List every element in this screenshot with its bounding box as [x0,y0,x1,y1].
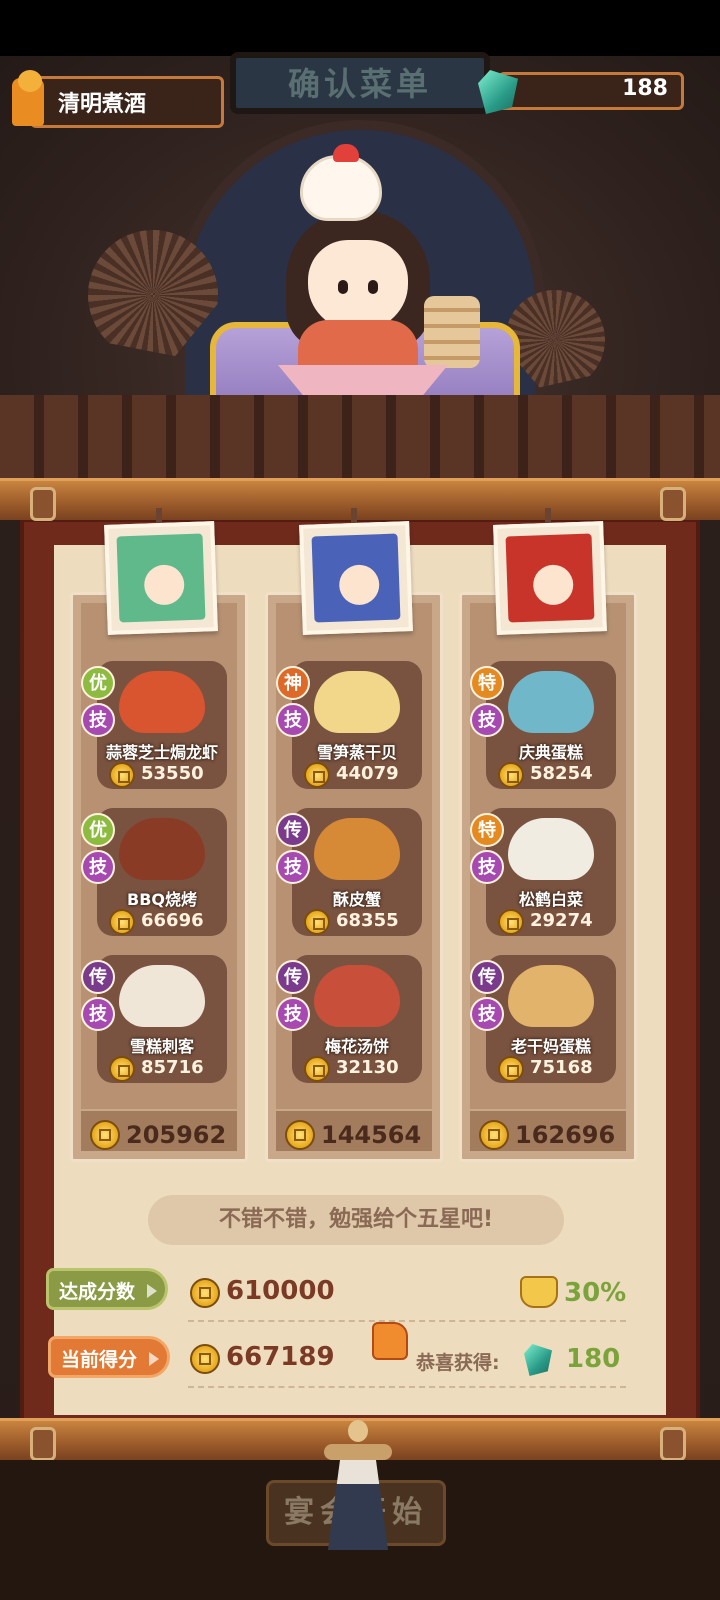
reward-value: 180 [566,1344,621,1374]
divider [188,1320,626,1322]
rarity-badge: 特 [470,813,504,847]
dish-card[interactable]: 庆典蛋糕 58254 [486,661,616,789]
coin-icon [498,762,524,788]
rarity-badge: 传 [276,960,310,994]
coin-icon [498,1056,524,1082]
rarity-badge: 优 [81,666,115,700]
current-score-tag: 当前得分 [48,1336,170,1378]
coin-icon [304,1056,330,1082]
dish-price: 32130 [336,1057,399,1078]
chef-portrait[interactable] [104,521,218,635]
wooden-fence [0,395,720,480]
coin-icon [90,1120,120,1150]
menu-confirm-sign: 确认菜单 [230,52,490,114]
rarity-badge: 优 [81,813,115,847]
dish-image [314,818,400,880]
scroll-rod-top [0,478,720,521]
coin-icon [304,762,330,788]
dish-image [119,965,205,1027]
dish-price: 85716 [141,1057,204,1078]
stacked-bowls [424,296,480,368]
dish-card[interactable]: 梅花汤饼 32130 [292,955,422,1083]
dish-name: 梅花汤饼 [324,1037,389,1056]
bonus-percent: 30% [564,1278,627,1308]
dish-name: BBQ烧烤 [127,890,197,909]
dish-name: 雪糕刺客 [129,1037,194,1056]
money-pot-icon [520,1276,558,1308]
coin-icon [190,1278,220,1308]
dish-price: 53550 [141,763,204,784]
dish-name: 蒜蓉芝士焗龙虾 [105,743,218,762]
dish-card[interactable]: 松鹤白菜 29274 [486,808,616,936]
trophy-icon [4,70,52,130]
rarity-badge: 传 [470,960,504,994]
dish-price: 58254 [530,763,593,784]
dish-card[interactable]: 雪笋蒸干贝 44079 [292,661,422,789]
gem-count: 188 [622,76,668,101]
coin-icon [109,909,135,935]
column-total: 144564 [321,1121,422,1149]
chef-portrait[interactable] [299,521,413,635]
skill-badge: 技 [276,997,310,1031]
game-screen: 确认菜单 清明煮酒 188 蒜蓉芝士焗龙虾 53550 优技 BBQ烧烤 66696 优技… [0,0,720,1600]
dish-card[interactable]: BBQ烧烤 66696 [97,808,227,936]
coin-icon [190,1344,220,1374]
skill-badge: 技 [470,997,504,1031]
dish-name: 庆典蛋糕 [518,743,583,762]
rarity-badge: 神 [276,666,310,700]
chicken-hat [300,144,382,221]
dish-image [119,671,205,733]
dish-price: 75168 [530,1057,593,1078]
dish-card[interactable]: 雪糕刺客 85716 [97,955,227,1083]
skill-badge: 技 [81,703,115,737]
dish-image [508,671,594,733]
dish-image [508,818,594,880]
skill-badge: 技 [470,850,504,884]
skill-badge: 技 [276,850,310,884]
dish-name: 酥皮蟹 [332,890,381,909]
status-bar [0,0,720,56]
current-score: 667189 [226,1342,335,1372]
dish-image [119,818,205,880]
skill-badge: 技 [276,703,310,737]
rarity-badge: 传 [81,960,115,994]
skill-badge: 技 [81,997,115,1031]
guest-comment: 不错不错，勉强给个五星吧! [148,1195,564,1245]
divider [188,1386,626,1388]
target-score: 610000 [226,1276,335,1306]
dish-price: 66696 [141,910,204,931]
dish-card[interactable]: 蒜蓉芝士焗龙虾 53550 [97,661,227,789]
rarity-badge: 特 [470,666,504,700]
dish-price: 44079 [336,763,399,784]
dish-image [314,965,400,1027]
coin-icon [479,1120,509,1150]
dish-name: 老干妈蛋糕 [510,1037,591,1056]
column-total: 162696 [515,1121,616,1149]
dish-name: 雪笋蒸干贝 [316,743,397,762]
tassel-ornament [318,1420,398,1550]
skill-badge: 技 [470,703,504,737]
column-total: 205962 [126,1121,227,1149]
dish-price: 68355 [336,910,399,931]
dish-card[interactable]: 老干妈蛋糕 75168 [486,955,616,1083]
dish-price: 29274 [530,910,593,931]
dish-image [314,671,400,733]
rarity-badge: 传 [276,813,310,847]
chef-portrait[interactable] [493,521,607,635]
coin-icon [498,909,524,935]
skill-badge: 技 [81,850,115,884]
coin-icon [285,1120,315,1150]
coin-icon [304,909,330,935]
dish-name: 松鹤白菜 [518,890,583,909]
dish-card[interactable]: 酥皮蟹 68355 [292,808,422,936]
thumbs-up-icon [372,1322,408,1360]
reward-label: 恭喜获得: [416,1352,500,1374]
dish-image [508,965,594,1027]
target-score-tag: 达成分数 [46,1268,168,1310]
level-title: 清明煮酒 [58,92,147,117]
coin-icon [109,1056,135,1082]
coin-icon [109,762,135,788]
